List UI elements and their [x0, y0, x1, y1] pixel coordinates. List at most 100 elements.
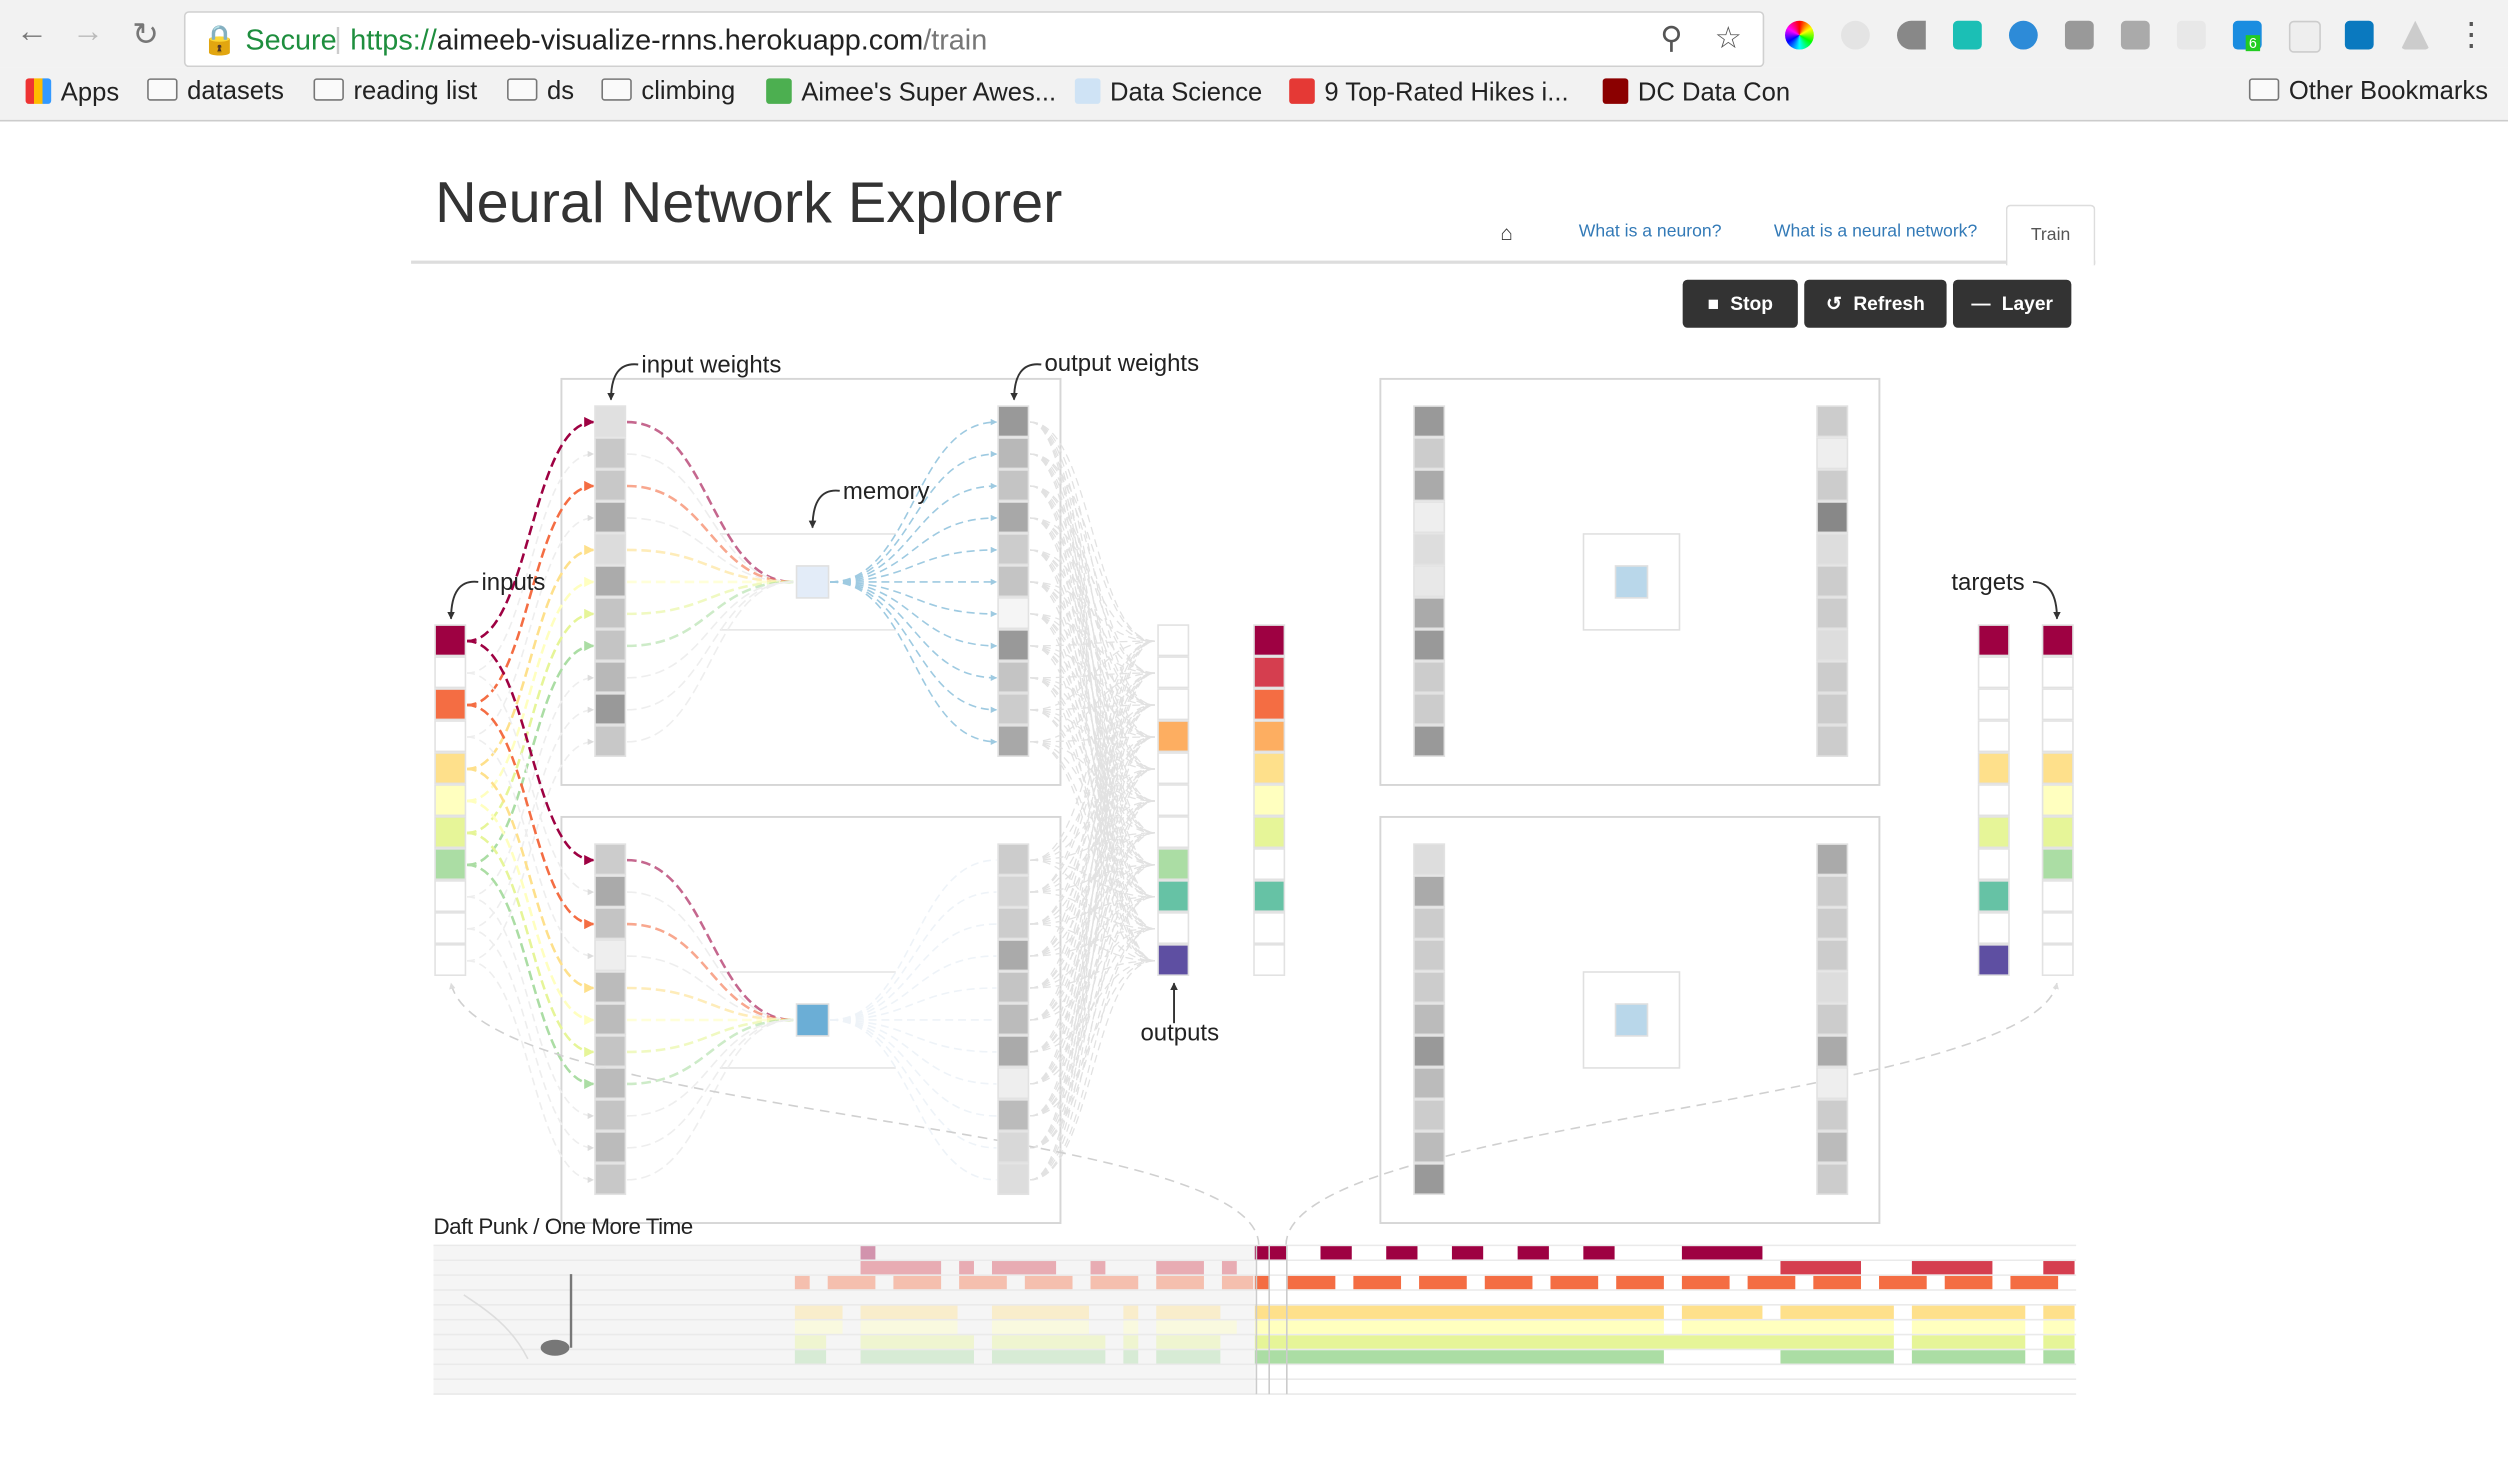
layer2-output-weight-cell: [1816, 469, 1849, 502]
target-a-cell: [1977, 912, 2010, 945]
output-weight-cell: [997, 1163, 1030, 1196]
note: [1024, 1275, 1073, 1290]
note: [1090, 1261, 1106, 1275]
note: [1780, 1350, 1894, 1364]
target-a-cell: [1977, 624, 2010, 657]
note: [794, 1305, 843, 1319]
layer2-output-weight-cell: [1816, 405, 1849, 438]
target-a-cell: [1977, 816, 2010, 849]
input-weight-cell: [594, 405, 627, 438]
output-probability-cell: [1253, 944, 1286, 977]
layer2-input-weight-cell: [1413, 533, 1446, 566]
layer2-input-weight-cell: [1413, 1163, 1446, 1196]
input-cell: [434, 944, 467, 977]
inputs-label: inputs: [481, 569, 545, 596]
output-cell: [1157, 624, 1190, 657]
input-cell: [434, 656, 467, 689]
note: [860, 1246, 876, 1260]
output-cell: [1157, 912, 1190, 945]
target-b-cell: [2041, 720, 2074, 753]
input-weight-cell: [594, 437, 627, 470]
output-cell: [1157, 656, 1190, 689]
layer2-input-weight-cell: [1413, 907, 1446, 940]
target-a-cell: [1977, 720, 2010, 753]
layer2-output-weight-cell: [1816, 437, 1849, 470]
note: [1747, 1275, 1796, 1290]
note: [1911, 1305, 2026, 1319]
output-cell: [1157, 816, 1190, 849]
input-weight-cell: [594, 1035, 627, 1068]
layer2-output-weight-cell: [1816, 907, 1849, 940]
target-b-cell: [2041, 912, 2074, 945]
note: [1254, 1246, 1287, 1260]
note: [794, 1335, 827, 1349]
output-weight-cell: [997, 629, 1030, 662]
note: [2043, 1261, 2075, 1275]
song-title: Daft Punk / One More Time: [433, 1213, 693, 1239]
input-weight-cell: [594, 971, 627, 1004]
input-cell: [434, 880, 467, 913]
note: [1221, 1261, 1237, 1275]
input-weight-cell: [594, 533, 627, 566]
layer2-output-weight-cell: [1816, 843, 1849, 876]
note: [1681, 1246, 1763, 1260]
layer2-input-weight-cell: [1413, 661, 1446, 694]
output-cell: [1157, 880, 1190, 913]
output-weight-cell: [997, 725, 1030, 757]
target-b-cell: [2041, 656, 2074, 689]
note: [1681, 1305, 1763, 1319]
input-weight-cell: [594, 939, 627, 972]
output-weight-cell: [997, 597, 1030, 630]
layer2-output-weight-cell: [1816, 1163, 1849, 1196]
input-weight-cell: [594, 597, 627, 630]
output-cell: [1157, 784, 1190, 817]
output-probability-cell: [1253, 848, 1286, 881]
label-pointer-arrow: [447, 580, 479, 620]
note: [1287, 1275, 1336, 1290]
output-cell: [1157, 944, 1190, 977]
layer2-input-weight-cell: [1413, 1131, 1446, 1164]
layer2-output-weight-cell: [1816, 1067, 1849, 1100]
input-weight-cell: [594, 725, 627, 757]
target-b-cell: [2041, 752, 2074, 785]
note: [1813, 1275, 1862, 1290]
target-a-cell: [1977, 784, 2010, 817]
layer2-output-weight-cell: [1816, 1099, 1849, 1132]
layer2-memory-node: [1614, 565, 1649, 599]
note: [860, 1335, 974, 1349]
note: [794, 1320, 843, 1334]
target-a-cell: [1977, 752, 2010, 785]
note: [1254, 1320, 1664, 1334]
layer2-output-weight-cell: [1816, 725, 1849, 757]
input-cell: [434, 816, 467, 849]
network-visualization: input weights output weights memory inpu…: [433, 350, 2077, 1395]
note: [893, 1275, 942, 1290]
output-weight-cell: [997, 939, 1030, 972]
layer2-input-weight-cell: [1413, 1067, 1446, 1100]
note: [1517, 1246, 1549, 1260]
note: [1221, 1275, 1254, 1290]
output-weight-cell: [997, 843, 1030, 876]
output-probability-cell: [1253, 752, 1286, 785]
output-weight-cell: [997, 1035, 1030, 1068]
note: [1156, 1350, 1221, 1364]
note: [1780, 1261, 1862, 1275]
note: [794, 1275, 810, 1290]
layer2-input-weight-cell: [1413, 1003, 1446, 1036]
target-b-cell: [2041, 880, 2074, 913]
note: [991, 1261, 1057, 1275]
note: [1911, 1320, 2026, 1334]
targets-label: targets: [1951, 569, 2024, 596]
target-a-cell: [1977, 656, 2010, 689]
input-weight-cell: [594, 1067, 627, 1100]
note: [827, 1275, 876, 1290]
note: [860, 1305, 958, 1319]
layer2-input-weight-cell: [1413, 597, 1446, 630]
output-weight-cell: [997, 693, 1030, 726]
note: [1156, 1335, 1221, 1349]
layer2-output-weight-cell: [1816, 661, 1849, 694]
layer2-output-weight-cell: [1816, 971, 1849, 1004]
note: [1911, 1261, 1993, 1275]
output-probability-cell: [1253, 816, 1286, 849]
target-a-cell: [1977, 848, 2010, 881]
